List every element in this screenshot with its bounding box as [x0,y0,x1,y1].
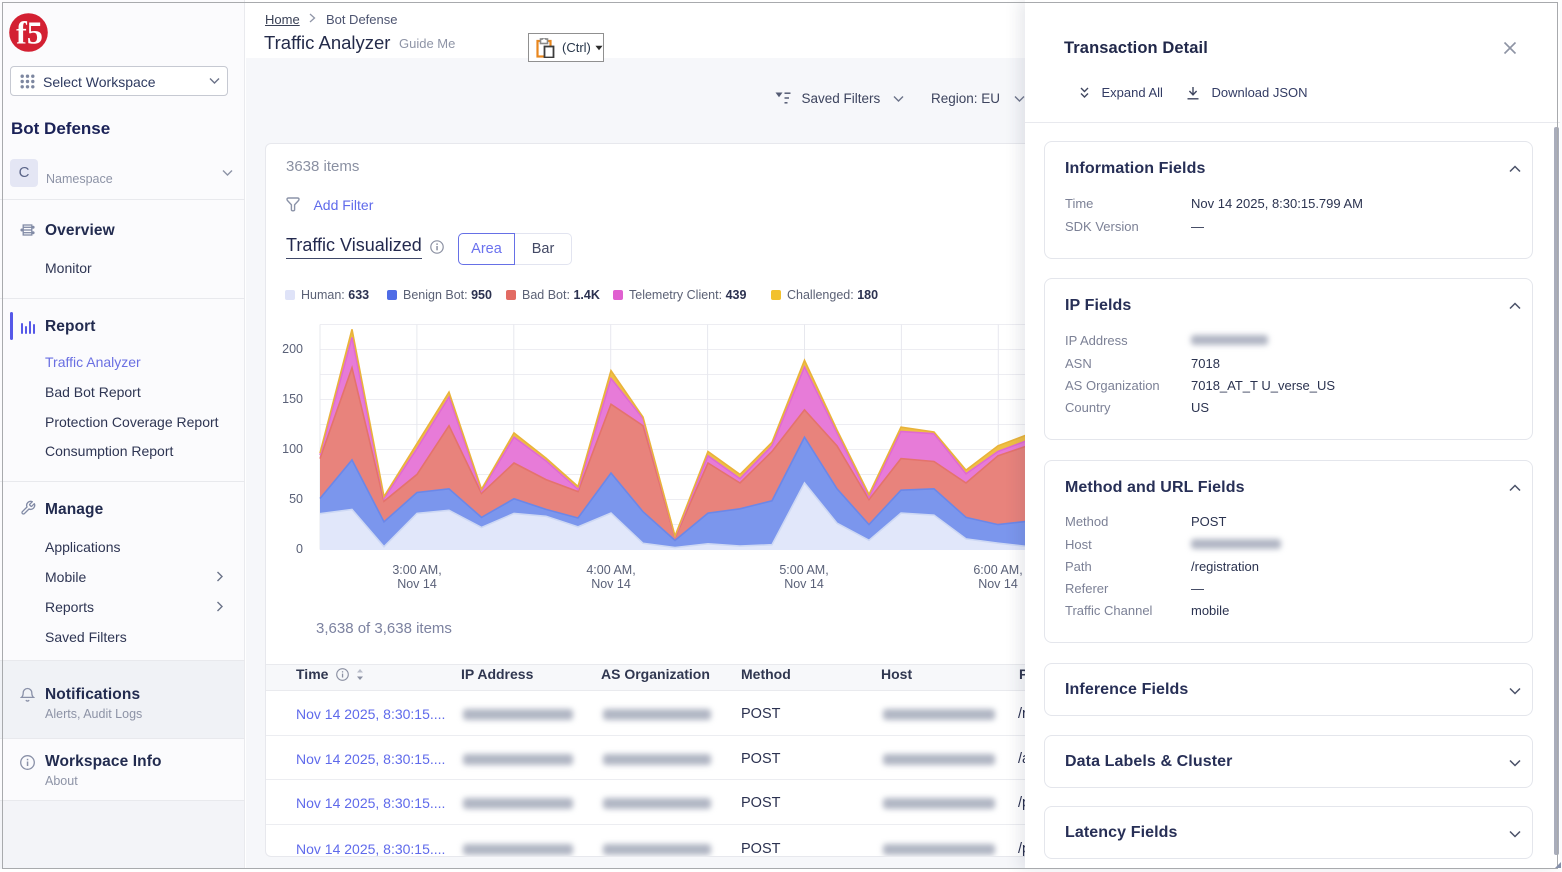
svg-text:f5: f5 [16,15,43,51]
